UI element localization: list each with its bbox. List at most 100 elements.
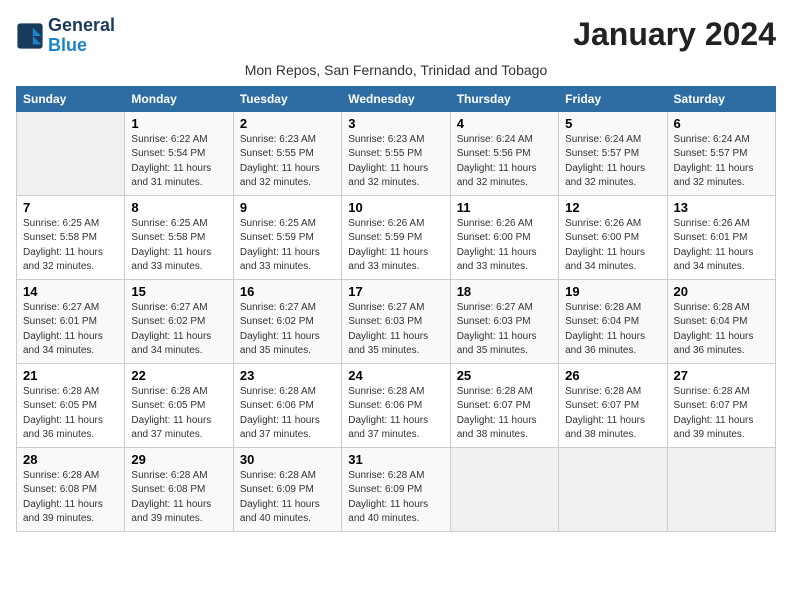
day-number: 25 bbox=[457, 368, 552, 383]
day-info: Sunrise: 6:28 AMSunset: 6:05 PMDaylight:… bbox=[23, 385, 118, 443]
calendar-cell: 5Sunrise: 6:24 AMSunset: 5:57 PMDaylight… bbox=[559, 111, 667, 195]
calendar-cell: 30 Sunrise: 6:28 AMSunset: 6:09 PMDayligh… bbox=[233, 447, 341, 531]
day-number: 19 bbox=[565, 284, 660, 299]
calendar-cell: 8Sunrise: 6:25 AMSunset: 5:58 PMDaylight… bbox=[125, 195, 233, 279]
day-number: 21 bbox=[23, 368, 118, 383]
day-number: 6 bbox=[674, 116, 769, 131]
day-info: Sunrise: 6:25 AMSunset: 5:58 PMDaylight:… bbox=[23, 217, 118, 275]
day-info: Sunrise: 6:28 AMSunset: 6:08 PMDaylight:… bbox=[23, 469, 118, 527]
day-info: Sunrise: 6:28 AMSunset: 6:04 PMDaylight:… bbox=[565, 301, 660, 359]
day-info: Sunrise: 6:27 AMSunset: 6:02 PMDaylight:… bbox=[131, 301, 226, 359]
day-number: 28 bbox=[23, 452, 118, 467]
day-info: Sunrise: 6:28 AMSunset: 6:04 PMDaylight:… bbox=[674, 301, 769, 359]
day-number: 13 bbox=[674, 200, 769, 215]
calendar-cell: 24 Sunrise: 6:28 AMSunset: 6:06 PMDayligh… bbox=[342, 363, 450, 447]
day-info: Sunrise: 6:28 AMSunset: 6:07 PMDaylight:… bbox=[565, 385, 660, 443]
calendar-cell: 7 Sunrise: 6:25 AMSunset: 5:58 PMDaylight… bbox=[17, 195, 125, 279]
calendar-cell: 20 Sunrise: 6:28 AMSunset: 6:04 PMDayligh… bbox=[667, 279, 775, 363]
calendar-cell: 21 Sunrise: 6:28 AMSunset: 6:05 PMDayligh… bbox=[17, 363, 125, 447]
day-number: 11 bbox=[457, 200, 552, 215]
day-number: 2 bbox=[240, 116, 335, 131]
calendar-cell bbox=[559, 447, 667, 531]
calendar-week-row: 28 Sunrise: 6:28 AMSunset: 6:08 PMDayligh… bbox=[17, 447, 776, 531]
day-info: Sunrise: 6:26 AMSunset: 6:00 PMDaylight:… bbox=[457, 217, 552, 275]
day-number: 14 bbox=[23, 284, 118, 299]
day-number: 27 bbox=[674, 368, 769, 383]
day-info: Sunrise: 6:27 AMSunset: 6:03 PMDaylight:… bbox=[457, 301, 552, 359]
calendar-cell: 15 Sunrise: 6:27 AMSunset: 6:02 PMDayligh… bbox=[125, 279, 233, 363]
day-number: 12 bbox=[565, 200, 660, 215]
logo: General Blue bbox=[16, 16, 115, 56]
calendar-cell: 16 Sunrise: 6:27 AMSunset: 6:02 PMDayligh… bbox=[233, 279, 341, 363]
day-info: Sunrise: 6:25 AMSunset: 5:59 PMDaylight:… bbox=[240, 217, 335, 275]
weekday-header-sunday: Sunday bbox=[17, 86, 125, 111]
day-number: 5 bbox=[565, 116, 660, 131]
weekday-header-saturday: Saturday bbox=[667, 86, 775, 111]
day-info: Sunrise: 6:28 AMSunset: 6:05 PMDaylight:… bbox=[131, 385, 226, 443]
day-number: 4 bbox=[457, 116, 552, 131]
day-number: 1 bbox=[131, 116, 226, 131]
day-info: Sunrise: 6:28 AMSunset: 6:06 PMDaylight:… bbox=[348, 385, 443, 443]
day-info: Sunrise: 6:27 AMSunset: 6:02 PMDaylight:… bbox=[240, 301, 335, 359]
day-number: 24 bbox=[348, 368, 443, 383]
calendar-cell: 9Sunrise: 6:25 AMSunset: 5:59 PMDaylight… bbox=[233, 195, 341, 279]
day-number: 17 bbox=[348, 284, 443, 299]
day-info: Sunrise: 6:26 AMSunset: 6:00 PMDaylight:… bbox=[565, 217, 660, 275]
day-number: 23 bbox=[240, 368, 335, 383]
calendar-cell: 26 Sunrise: 6:28 AMSunset: 6:07 PMDayligh… bbox=[559, 363, 667, 447]
month-title: January 2024 bbox=[573, 16, 776, 53]
day-info: Sunrise: 6:23 AMSunset: 5:55 PMDaylight:… bbox=[348, 133, 443, 191]
day-number: 16 bbox=[240, 284, 335, 299]
day-info: Sunrise: 6:28 AMSunset: 6:08 PMDaylight:… bbox=[131, 469, 226, 527]
day-info: Sunrise: 6:28 AMSunset: 6:07 PMDaylight:… bbox=[457, 385, 552, 443]
day-info: Sunrise: 6:23 AMSunset: 5:55 PMDaylight:… bbox=[240, 133, 335, 191]
calendar-cell bbox=[450, 447, 558, 531]
day-number: 26 bbox=[565, 368, 660, 383]
calendar-cell: 29 Sunrise: 6:28 AMSunset: 6:08 PMDayligh… bbox=[125, 447, 233, 531]
day-info: Sunrise: 6:28 AMSunset: 6:09 PMDaylight:… bbox=[240, 469, 335, 527]
logo-icon bbox=[16, 22, 44, 50]
calendar-cell: 19 Sunrise: 6:28 AMSunset: 6:04 PMDayligh… bbox=[559, 279, 667, 363]
calendar-table: SundayMondayTuesdayWednesdayThursdayFrid… bbox=[16, 86, 776, 532]
calendar-cell: 2 Sunrise: 6:23 AMSunset: 5:55 PMDaylight… bbox=[233, 111, 341, 195]
day-number: 10 bbox=[348, 200, 443, 215]
day-info: Sunrise: 6:24 AMSunset: 5:57 PMDaylight:… bbox=[674, 133, 769, 191]
day-number: 29 bbox=[131, 452, 226, 467]
calendar-cell: 10 Sunrise: 6:26 AMSunset: 5:59 PMDayligh… bbox=[342, 195, 450, 279]
weekday-header-monday: Monday bbox=[125, 86, 233, 111]
day-info: Sunrise: 6:26 AMSunset: 6:01 PMDaylight:… bbox=[674, 217, 769, 275]
day-info: Sunrise: 6:28 AMSunset: 6:06 PMDaylight:… bbox=[240, 385, 335, 443]
day-info: Sunrise: 6:28 AMSunset: 6:07 PMDaylight:… bbox=[674, 385, 769, 443]
calendar-cell: 1 Sunrise: 6:22 AMSunset: 5:54 PMDaylight… bbox=[125, 111, 233, 195]
day-number: 18 bbox=[457, 284, 552, 299]
day-number: 20 bbox=[674, 284, 769, 299]
day-info: Sunrise: 6:24 AMSunset: 5:56 PMDaylight:… bbox=[457, 133, 552, 191]
calendar-cell: 17 Sunrise: 6:27 AMSunset: 6:03 PMDayligh… bbox=[342, 279, 450, 363]
weekday-header-thursday: Thursday bbox=[450, 86, 558, 111]
calendar-cell: 27 Sunrise: 6:28 AMSunset: 6:07 PMDayligh… bbox=[667, 363, 775, 447]
day-number: 31 bbox=[348, 452, 443, 467]
calendar-week-row: 1 Sunrise: 6:22 AMSunset: 5:54 PMDaylight… bbox=[17, 111, 776, 195]
weekday-header-row: SundayMondayTuesdayWednesdayThursdayFrid… bbox=[17, 86, 776, 111]
day-number: 3 bbox=[348, 116, 443, 131]
calendar-cell: 3 Sunrise: 6:23 AMSunset: 5:55 PMDaylight… bbox=[342, 111, 450, 195]
day-info: Sunrise: 6:27 AMSunset: 6:03 PMDaylight:… bbox=[348, 301, 443, 359]
calendar-cell: 23 Sunrise: 6:28 AMSunset: 6:06 PMDayligh… bbox=[233, 363, 341, 447]
day-info: Sunrise: 6:22 AMSunset: 5:54 PMDaylight:… bbox=[131, 133, 226, 191]
day-number: 15 bbox=[131, 284, 226, 299]
day-number: 30 bbox=[240, 452, 335, 467]
day-number: 7 bbox=[23, 200, 118, 215]
calendar-cell: 6 Sunrise: 6:24 AMSunset: 5:57 PMDaylight… bbox=[667, 111, 775, 195]
logo-text: General Blue bbox=[48, 16, 115, 56]
calendar-cell: 22Sunrise: 6:28 AMSunset: 6:05 PMDayligh… bbox=[125, 363, 233, 447]
weekday-header-tuesday: Tuesday bbox=[233, 86, 341, 111]
calendar-cell: 4 Sunrise: 6:24 AMSunset: 5:56 PMDaylight… bbox=[450, 111, 558, 195]
weekday-header-wednesday: Wednesday bbox=[342, 86, 450, 111]
weekday-header-friday: Friday bbox=[559, 86, 667, 111]
page-header: General Blue January 2024 bbox=[16, 16, 776, 56]
calendar-cell: 18 Sunrise: 6:27 AMSunset: 6:03 PMDayligh… bbox=[450, 279, 558, 363]
location-subtitle: Mon Repos, San Fernando, Trinidad and To… bbox=[16, 62, 776, 78]
day-info: Sunrise: 6:26 AMSunset: 5:59 PMDaylight:… bbox=[348, 217, 443, 275]
day-info: Sunrise: 6:27 AMSunset: 6:01 PMDaylight:… bbox=[23, 301, 118, 359]
calendar-cell: 31Sunrise: 6:28 AMSunset: 6:09 PMDayligh… bbox=[342, 447, 450, 531]
